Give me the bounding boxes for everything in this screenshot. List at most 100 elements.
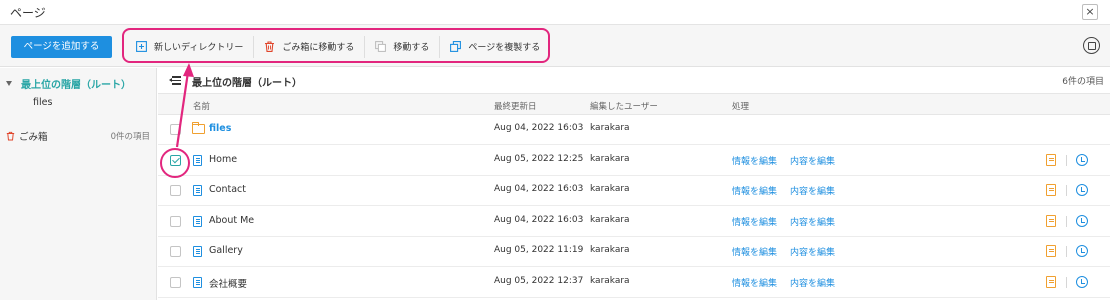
row-updated: Aug 05, 2022 11:19 xyxy=(494,245,584,255)
duplicate-page-button[interactable]: ページを複製する xyxy=(440,36,550,58)
row-updated: Aug 04, 2022 16:03 xyxy=(494,123,584,133)
row-updated: Aug 05, 2022 12:37 xyxy=(494,275,584,286)
table-row[interactable]: 会社概要 Aug 05, 2022 12:37 karakara 情報を編集 内容を編集 xyxy=(158,268,1110,298)
edit-content-link[interactable]: 内容を編集 xyxy=(790,276,835,289)
preview-icon[interactable] xyxy=(1046,245,1056,257)
item-count: 6件の項目 xyxy=(1062,77,1104,87)
preview-icon[interactable] xyxy=(1046,275,1056,288)
row-name[interactable]: About Me xyxy=(209,215,254,226)
row-name[interactable]: Home xyxy=(209,154,237,165)
back-list-icon[interactable] xyxy=(169,76,181,85)
table-row[interactable]: Contact Aug 04, 2022 16:03 karakara 情報を編集 内容… xyxy=(158,176,1110,206)
row-user: karakara xyxy=(590,214,630,225)
divider xyxy=(1066,185,1067,196)
folder-icon xyxy=(191,122,205,134)
page-icon xyxy=(193,154,202,166)
row-checkbox[interactable] xyxy=(170,246,181,257)
row-updated: Aug 05, 2022 12:25 xyxy=(494,153,584,164)
row-name[interactable]: Gallery xyxy=(209,245,243,256)
sidebar: 最上位の階層（ルート） files ごみ箱 0件の項目 xyxy=(0,68,157,300)
move-label: 移動する xyxy=(393,43,430,53)
divider xyxy=(1066,154,1067,166)
edit-content-link[interactable]: 内容を編集 xyxy=(790,245,835,258)
edit-content-link[interactable]: 内容を編集 xyxy=(790,154,835,167)
trash-count: 0件の項目 xyxy=(110,132,150,142)
history-icon[interactable] xyxy=(1076,275,1088,288)
chevron-down-icon xyxy=(6,81,12,86)
sidebar-item-root-label: 最上位の階層（ルート） xyxy=(21,80,131,91)
trash-icon xyxy=(6,131,15,141)
duplicate-page-label: ページを複製する xyxy=(468,43,541,53)
move-to-trash-label: ごみ箱に移動する xyxy=(282,43,355,53)
title-bar: ページ × xyxy=(0,0,1110,25)
row-checkbox[interactable] xyxy=(170,124,181,135)
row-user: karakara xyxy=(590,245,630,255)
new-directory-label: 新しいディレクトリー xyxy=(154,43,244,53)
row-user: karakara xyxy=(590,123,630,133)
move-to-trash-button[interactable]: ごみ箱に移動する xyxy=(254,35,366,58)
page-manager: ページ × ページを追加する 新しいディレクトリー ごみ箱に移動する 移動する … xyxy=(0,0,1110,300)
move-button[interactable]: 移動する xyxy=(365,35,441,58)
row-updated: Aug 04, 2022 16:03 xyxy=(494,214,584,225)
edit-info-link[interactable]: 情報を編集 xyxy=(732,154,777,167)
edit-info-link[interactable]: 情報を編集 xyxy=(732,184,777,197)
column-user: 編集したユーザー xyxy=(590,102,658,112)
history-icon[interactable] xyxy=(1076,153,1088,166)
toolbar: ページを追加する 新しいディレクトリー ごみ箱に移動する 移動する ページを複製… xyxy=(0,25,1110,67)
row-checkbox[interactable] xyxy=(170,215,181,227)
table-row[interactable]: Home Aug 05, 2022 12:25 karakara 情報を編集 内容を編集 xyxy=(158,146,1110,176)
divider xyxy=(1066,246,1067,257)
history-icon[interactable] xyxy=(1076,214,1088,227)
new-directory-button[interactable]: 新しいディレクトリー xyxy=(126,35,255,58)
add-page-button[interactable]: ページを追加する xyxy=(11,36,112,58)
column-updated: 最終更新日 xyxy=(494,102,537,112)
edit-info-link[interactable]: 情報を編集 xyxy=(732,245,777,258)
row-name[interactable]: files xyxy=(209,123,231,134)
table-header: 名前 最終更新日 編集したユーザー 処理 xyxy=(158,93,1110,115)
row-user: karakara xyxy=(590,153,630,164)
breadcrumb: 最上位の階層（ルート） 6件の項目 xyxy=(158,68,1110,93)
page-icon xyxy=(193,215,202,227)
history-icon[interactable] xyxy=(1076,184,1088,196)
row-checkbox[interactable] xyxy=(170,185,181,196)
table-row[interactable]: About Me Aug 04, 2022 16:03 karakara 情報を編集内… xyxy=(158,207,1110,237)
divider xyxy=(1066,276,1067,288)
table-row[interactable]: files Aug 04, 2022 16:03 karakara xyxy=(158,115,1110,145)
column-name: 名前 xyxy=(193,102,211,112)
sidebar-item-root[interactable]: 最上位の階層（ルート） xyxy=(6,76,131,91)
edit-info-link[interactable]: 情報を編集 xyxy=(732,215,777,228)
duplicate-icon xyxy=(450,41,462,52)
move-icon xyxy=(375,41,387,52)
row-user: karakara xyxy=(590,184,630,194)
table-row[interactable]: Gallery Aug 05, 2022 11:19 karakara 情報を編集 内容… xyxy=(158,237,1110,267)
main-panel: 最上位の階層（ルート） 6件の項目 名前 最終更新日 編集したユーザー 処理 f… xyxy=(158,68,1110,300)
row-checkbox[interactable] xyxy=(170,154,181,166)
preview-icon[interactable] xyxy=(1046,214,1056,227)
breadcrumb-title: 最上位の階層（ルート） xyxy=(192,78,302,89)
bulk-action-group: 新しいディレクトリー ごみ箱に移動する 移動する ページを複製する xyxy=(126,33,550,60)
page-icon xyxy=(193,246,202,257)
edit-content-link[interactable]: 内容を編集 xyxy=(790,215,835,228)
column-actions: 処理 xyxy=(732,102,750,112)
divider xyxy=(1066,215,1067,227)
history-icon[interactable] xyxy=(1076,245,1088,257)
close-button[interactable]: × xyxy=(1082,4,1098,20)
row-checkbox[interactable] xyxy=(170,276,181,288)
page-icon xyxy=(193,276,202,288)
new-folder-icon xyxy=(136,41,147,52)
sidebar-item-files[interactable]: files xyxy=(33,97,52,108)
row-name[interactable]: Contact xyxy=(209,184,246,195)
window-title: ページ xyxy=(10,6,46,20)
page-icon xyxy=(193,185,202,196)
preview-icon[interactable] xyxy=(1046,184,1056,196)
trash-icon xyxy=(265,41,275,52)
export-icon[interactable] xyxy=(1083,37,1100,54)
sidebar-item-trash-label: ごみ箱 xyxy=(19,132,48,143)
edit-info-link[interactable]: 情報を編集 xyxy=(732,276,777,289)
row-name[interactable]: 会社概要 xyxy=(209,276,247,290)
row-updated: Aug 04, 2022 16:03 xyxy=(494,184,584,194)
preview-icon[interactable] xyxy=(1046,153,1056,166)
sidebar-item-trash[interactable]: ごみ箱 0件の項目 xyxy=(6,129,150,143)
row-user: karakara xyxy=(590,275,630,286)
edit-content-link[interactable]: 内容を編集 xyxy=(790,184,835,197)
